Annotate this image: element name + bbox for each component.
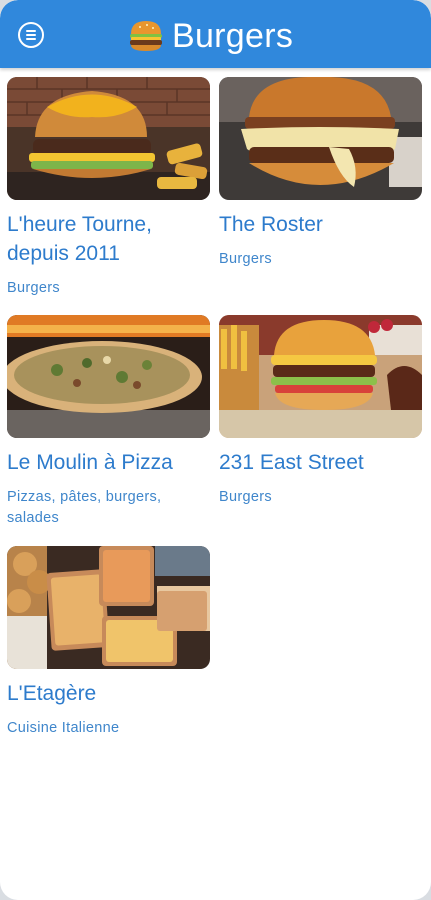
restaurant-name: 231 East Street: [219, 451, 364, 474]
restaurant-category: Pizzas, pâtes, burgers, salades: [7, 489, 162, 526]
restaurant-category: Burgers: [219, 489, 272, 505]
restaurant-name: Le Moulin à Pizza: [7, 451, 173, 474]
restaurant-category: Burgers: [219, 251, 272, 267]
restaurant-photo: [7, 315, 210, 438]
restaurant-photo: [7, 546, 210, 669]
restaurant-name: L'heure Tourne, depuis 2011: [7, 213, 152, 265]
restaurant-card[interactable]: L'Etagère Cuisine Italienne: [7, 546, 210, 739]
restaurant-photo: [7, 77, 210, 200]
app-screen: Burgers L'heure Tourne, depuis 2011 Burg…: [0, 0, 431, 900]
restaurant-card[interactable]: The Roster Burgers: [219, 77, 422, 270]
restaurant-name: L'Etagère: [7, 682, 97, 705]
restaurant-name: The Roster: [219, 213, 323, 236]
page-title-group: Burgers: [128, 14, 293, 58]
restaurant-photo: [219, 315, 422, 438]
restaurant-card[interactable]: L'heure Tourne, depuis 2011 Burgers: [7, 77, 210, 299]
restaurant-card[interactable]: Le Moulin à Pizza Pizzas, pâtes, burgers…: [7, 315, 210, 529]
restaurant-card[interactable]: 231 East Street Burgers: [219, 315, 422, 508]
restaurant-category: Burgers: [7, 280, 60, 296]
restaurant-photo: [219, 77, 422, 200]
page-title: Burgers: [172, 17, 294, 55]
app-bar: Burgers: [0, 0, 431, 68]
restaurant-category: Cuisine Italienne: [7, 720, 120, 736]
hamburger-menu-icon[interactable]: [18, 22, 44, 48]
burger-icon: [130, 21, 162, 51]
